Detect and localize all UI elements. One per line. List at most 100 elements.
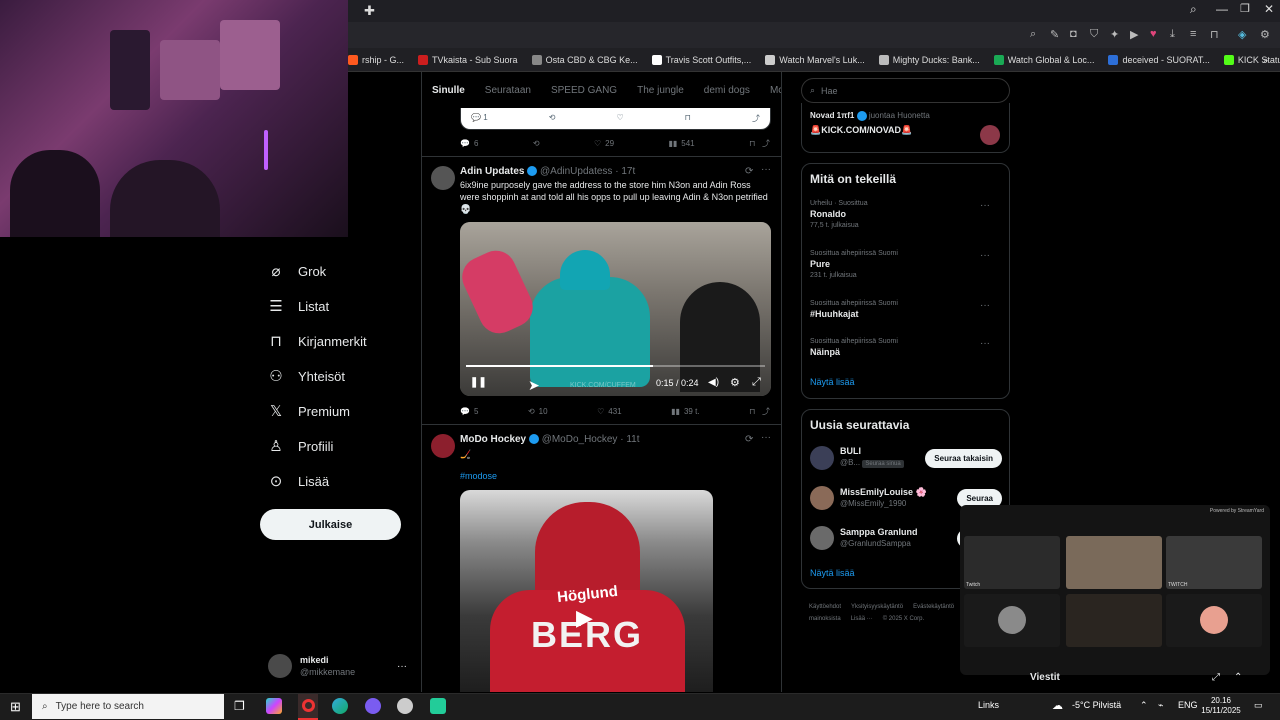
close-window-icon[interactable]: ✕ (1264, 2, 1274, 16)
author-handle[interactable]: @AdinUpdatess (540, 166, 612, 177)
timeline-tab[interactable]: demi dogs (704, 85, 750, 96)
collapse-icon[interactable]: ⌃ (1234, 672, 1242, 683)
timeline-tab[interactable]: McDonald (770, 85, 781, 96)
edge-app-icon[interactable] (332, 698, 348, 714)
bookmark-share[interactable]: ⊓ ⤴ (749, 406, 770, 417)
avatar[interactable] (810, 486, 834, 510)
bookmarks-overflow-icon[interactable]: » (1263, 55, 1268, 65)
quoted-tweet-card[interactable]: 💬 1 ⟲ ♡ ⊓ ⤴ (460, 108, 771, 130)
notifications-icon[interactable]: ▭ (1254, 700, 1263, 711)
network-icon[interactable]: ⌁ (1158, 700, 1163, 711)
avatar[interactable] (810, 526, 834, 550)
play-icon[interactable]: ▶ (1130, 28, 1138, 41)
tweet-time[interactable]: 17t (621, 166, 635, 177)
views-button[interactable]: ▮▮ 39 t. (671, 406, 699, 417)
views-button[interactable]: ▮▮ 541 (668, 138, 694, 149)
timeline-tab[interactable]: The jungle (637, 85, 684, 96)
new-tab-icon[interactable]: ✚ (364, 3, 375, 19)
grok-icon[interactable]: ⟳ (745, 166, 753, 177)
extension-icon[interactable]: ✦ (1110, 28, 1119, 41)
play-icon[interactable]: ▶ (576, 605, 593, 631)
tray-chevron-icon[interactable]: ⌃ (1140, 700, 1148, 711)
links-toolbar[interactable]: Links (978, 700, 999, 710)
hashtag-link[interactable]: #modose (460, 471, 497, 481)
reply-icon[interactable]: 💬 1 (471, 113, 488, 124)
retweet-button[interactable]: ⟲ (533, 138, 540, 149)
follow-suggestion[interactable]: BULI @B... Seuraa sinua Seuraa takaisin (810, 444, 1002, 472)
footer-link[interactable]: Käyttöehdot (809, 604, 841, 610)
reply-button[interactable]: 💬 5 (460, 406, 478, 417)
footer-link[interactable]: Evästekäytäntö (913, 604, 954, 610)
language-indicator[interactable]: ENG (1178, 700, 1198, 710)
fullscreen-icon[interactable]: ⤢ (752, 376, 761, 389)
tweet-video[interactable]: KICK.COM/CUFFEM ❚❚ 0:15 / 0:24 ◀) ⚙ ⤢ (460, 222, 771, 396)
follow-name[interactable]: BULI (840, 446, 904, 457)
search-tabs-icon[interactable]: ⌕ (1190, 2, 1197, 17)
camera-icon[interactable]: ◘ (1070, 28, 1077, 40)
download-icon[interactable]: ⤓ (1170, 28, 1175, 41)
trend-item[interactable]: Suosittua aihepiirissä Suomi Näinpä ··· (810, 338, 1000, 357)
nav-item-profiili[interactable]: ♙ Profiili (268, 432, 333, 460)
timeline-tab[interactable]: SPEED GANG (551, 85, 617, 96)
nav-item-partial[interactable] (260, 228, 350, 240)
edit-icon[interactable]: ✎ (1050, 28, 1059, 41)
taskbar-search-input[interactable]: Type here to search (56, 701, 144, 712)
avatar[interactable] (431, 166, 455, 190)
search-input[interactable]: Hae (821, 86, 838, 96)
windows-start-icon[interactable]: ⊞ (10, 699, 21, 715)
retweet-icon[interactable]: ⟲ (549, 113, 556, 124)
maximize-icon[interactable]: ❐ (1240, 2, 1250, 15)
footer-link[interactable]: Lisää ··· (851, 616, 873, 622)
author-name[interactable]: MoDo Hockey (460, 434, 526, 445)
messages-drawer-label[interactable]: Viestit (1030, 672, 1060, 683)
bookmark-item[interactable]: TVkaista - Sub Suora (418, 54, 518, 65)
heart-icon[interactable]: ♥ (1150, 28, 1157, 40)
trend-item[interactable]: Suosittua aihepiirissä Suomi #Huuhkajat ··… (810, 300, 1000, 319)
video-progress-track[interactable] (466, 365, 765, 367)
app-icon[interactable] (397, 698, 413, 714)
account-switcher[interactable]: mikedi @mikkemane ··· (268, 650, 413, 682)
more-dots-icon[interactable]: ··· (980, 300, 990, 311)
live-space-card[interactable]: Novad 1πf1 juontaa Huonetta 🚨KICK.COM/NO… (801, 103, 1010, 153)
nav-item-listat[interactable]: ☰ Listat (268, 292, 329, 320)
nav-item-lisää[interactable]: ⊙ Lisää (268, 467, 329, 495)
pause-icon[interactable]: ❚❚ (470, 377, 487, 388)
task-view-icon[interactable]: ❐ (234, 699, 245, 713)
clock[interactable]: 20.16 15/11/2025 (1198, 696, 1244, 716)
bookmark-item[interactable]: Watch Global & Loc... (993, 54, 1094, 65)
more-dots-icon[interactable]: ··· (761, 432, 771, 443)
like-icon[interactable]: ♡ (616, 113, 623, 124)
like-button[interactable]: ♡ 29 (594, 138, 614, 149)
like-button[interactable]: ♡ 431 (597, 406, 622, 417)
timeline-tab[interactable]: Seurataan (485, 85, 531, 96)
volume-icon[interactable]: ◀) (708, 377, 719, 388)
reply-button[interactable]: 💬 6 (460, 138, 478, 149)
avatar[interactable] (810, 446, 834, 470)
bookmark-item[interactable]: rship - G... (348, 54, 404, 65)
grok-icon[interactable]: ⟳ (745, 434, 753, 445)
expand-icon[interactable]: ⤢ (1212, 672, 1220, 683)
follow-name[interactable]: MissEmilyLouise 🌸 (840, 487, 927, 498)
bookmark-item[interactable]: Mighty Ducks: Bank... (878, 54, 980, 65)
menu-icon[interactable]: ≡ (1190, 28, 1196, 40)
timeline-tab[interactable]: Sinulle (432, 85, 465, 96)
nav-item-kirjanmerkit[interactable]: ⊓ Kirjanmerkit (268, 327, 366, 355)
bookmark-item[interactable]: deceived - SUORAT... (1108, 54, 1210, 65)
nav-item-yhteisöt[interactable]: ⚇ Yhteisöt (268, 362, 345, 390)
taskbar-search[interactable]: ⌕ Type here to search (32, 694, 224, 719)
more-dots-icon[interactable]: ··· (397, 661, 407, 672)
trend-item[interactable]: Suosittua aihepiirissä Suomi Pure 231 t. j… (810, 250, 1000, 279)
follow-button[interactable]: Seuraa takaisin (925, 448, 1002, 468)
more-dots-icon[interactable]: ··· (980, 338, 990, 349)
copilot-icon[interactable]: ◈ (1238, 28, 1246, 41)
trends-show-more[interactable]: Näytä lisää (810, 377, 855, 387)
bookmark-item[interactable]: Travis Scott Outfits,... (651, 54, 751, 65)
bookmark-item[interactable]: Watch Marvel's Luk... (765, 54, 865, 65)
tweet-image[interactable]: Höglund BERG ▶ (460, 490, 713, 692)
copilot-app-icon[interactable] (266, 698, 282, 714)
search-box[interactable]: ⌕ Hae (801, 78, 1010, 103)
post-button[interactable]: Julkaise (260, 509, 401, 540)
avatar[interactable] (431, 434, 455, 458)
share-icon[interactable]: ⤴ (752, 113, 760, 124)
settings-icon[interactable]: ⚙ (730, 376, 740, 389)
